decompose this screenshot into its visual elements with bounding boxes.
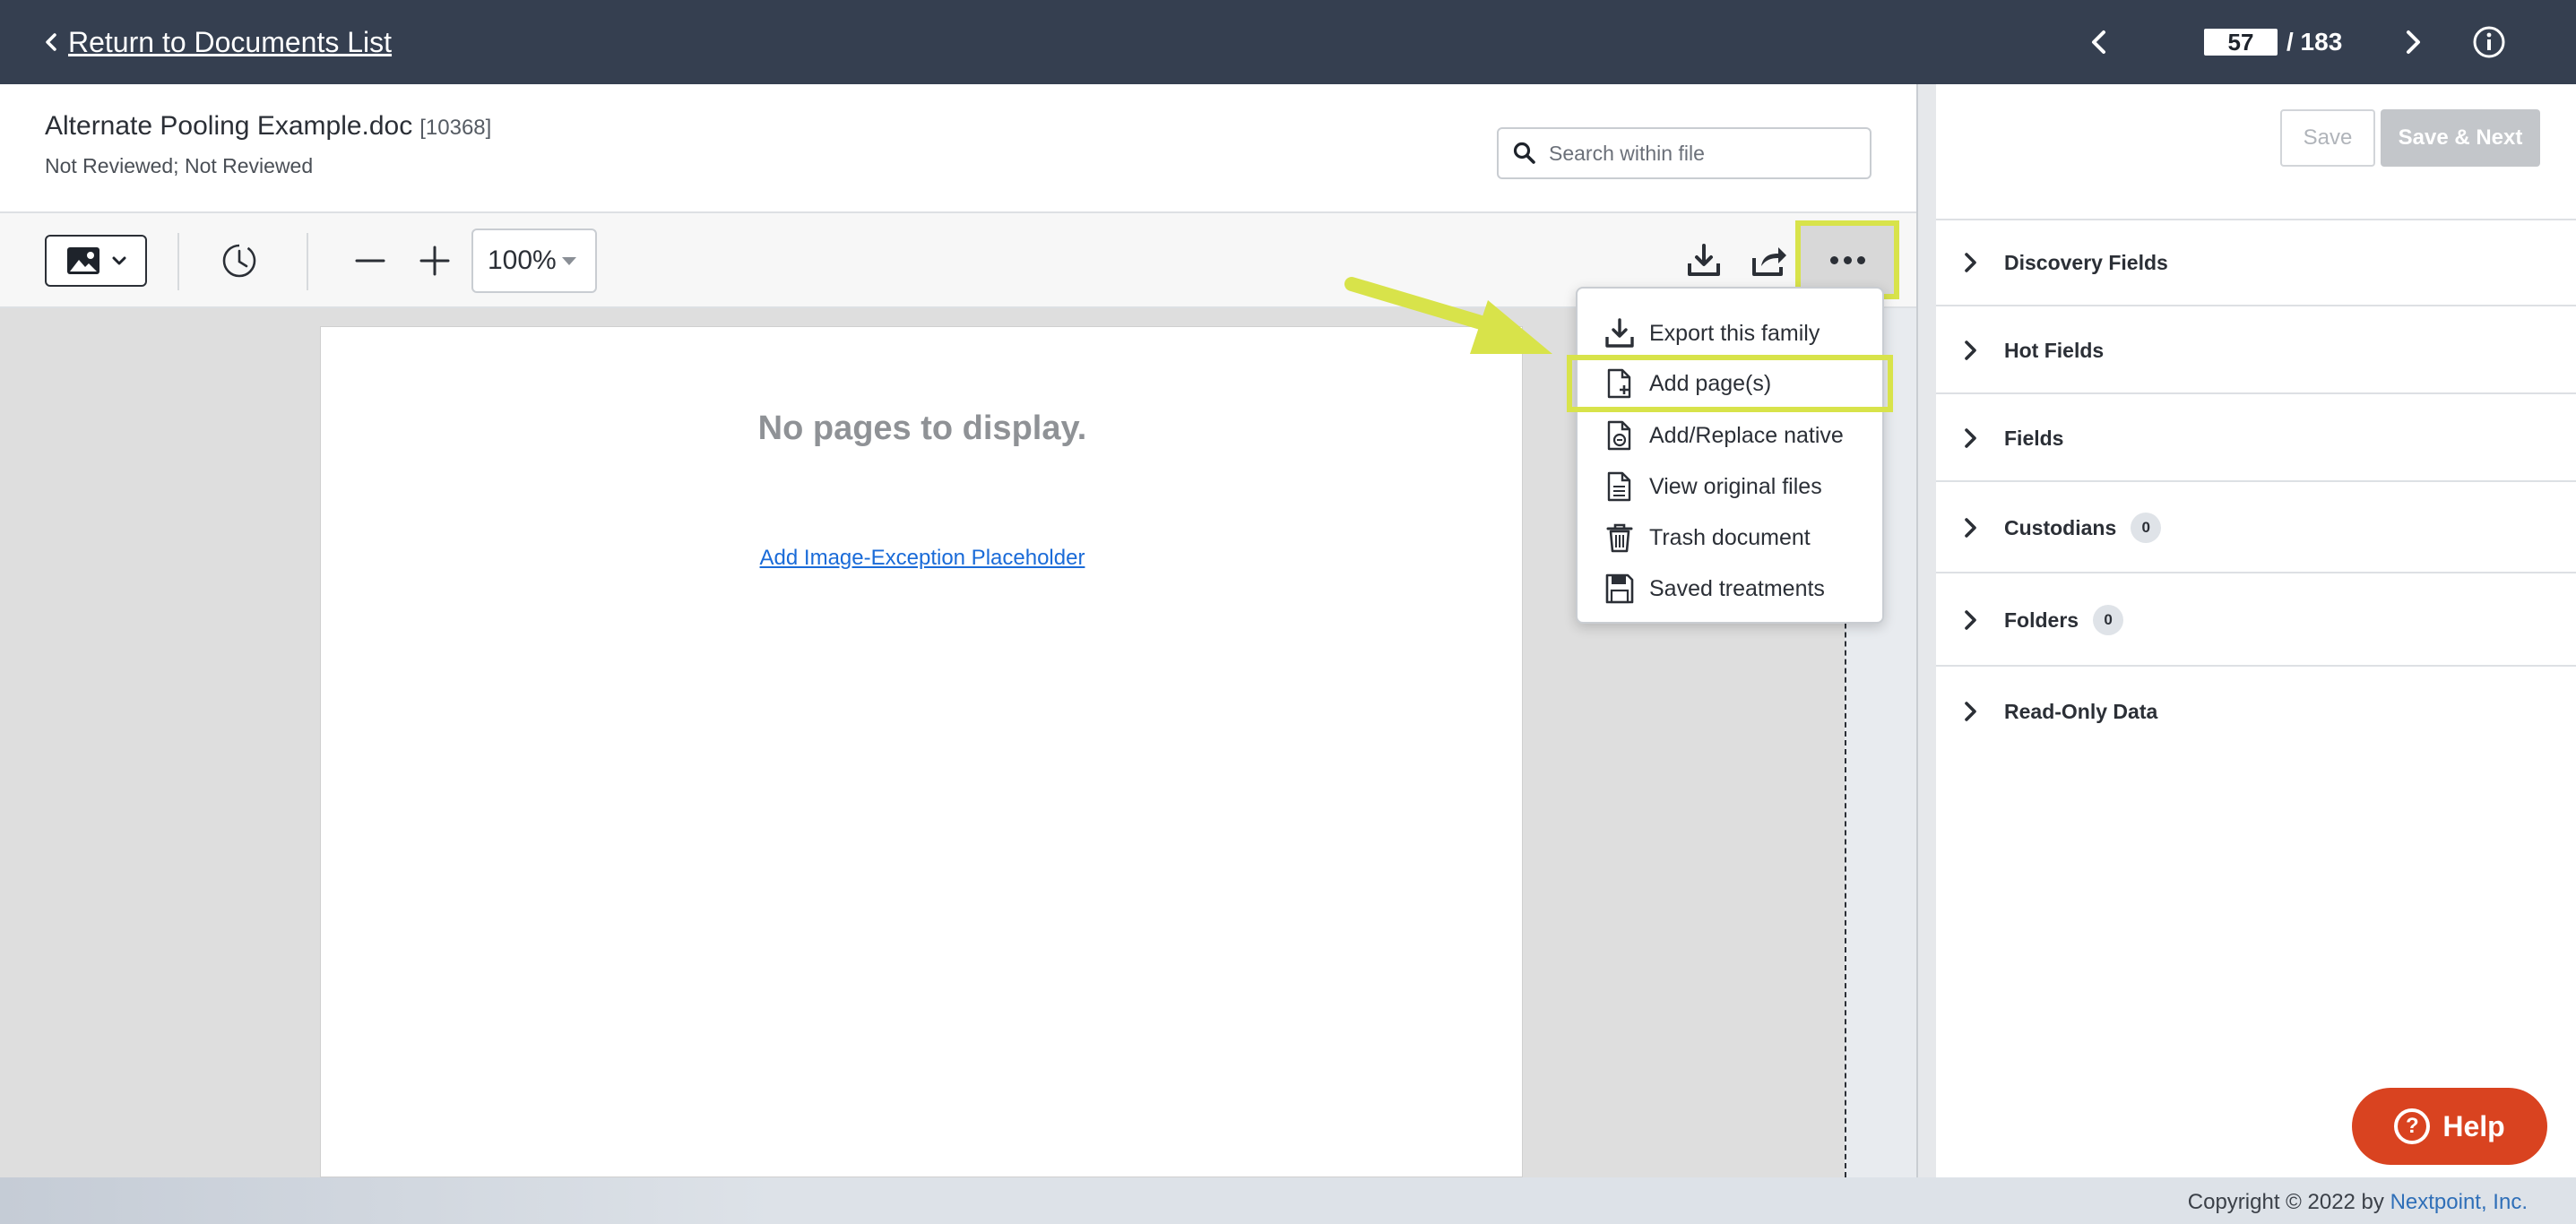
ellipsis-icon (1829, 255, 1865, 264)
chevron-down-icon (112, 256, 126, 265)
chevron-right-icon (1965, 610, 1976, 630)
help-label: Help (2442, 1109, 2505, 1142)
section-read-only-data[interactable]: Read-Only Data (1936, 668, 2576, 754)
panel-resize-handle[interactable] (1916, 84, 1936, 1177)
zoom-level-value: 100% (488, 246, 557, 275)
help-button[interactable]: ? Help (2352, 1088, 2547, 1165)
menu-item-label: Add page(s) (1649, 370, 1772, 396)
document-filename: Alternate Pooling Example.doc (45, 111, 413, 141)
previous-document-icon[interactable] (2085, 27, 2115, 57)
section-label: Folders (2004, 608, 2079, 632)
footer: Copyright © 2022 by Nextpoint, Inc. (0, 1177, 2576, 1224)
chevron-right-icon (1965, 702, 1976, 721)
section-discovery-fields[interactable]: Discovery Fields (1936, 220, 2576, 306)
menu-item-add-pages[interactable]: Add page(s) (1567, 355, 1893, 412)
document-id: [10368] (419, 116, 492, 140)
chevron-left-icon (46, 33, 56, 51)
search-icon (1513, 142, 1535, 164)
image-icon (67, 247, 99, 274)
menu-item-view-original-files[interactable]: View original files (1578, 461, 1882, 512)
menu-item-label: View original files (1649, 473, 1822, 499)
zoom-out-icon[interactable] (351, 242, 389, 280)
menu-item-label: Export this family (1649, 320, 1820, 346)
download-icon (1605, 318, 1634, 348)
section-fields[interactable]: Fields (1936, 396, 2576, 482)
info-icon[interactable] (2472, 25, 2506, 59)
document-title: Alternate Pooling Example.doc [10368] (45, 111, 491, 142)
coding-panel: Save Save & Next Discovery Fields Hot Fi… (1936, 84, 2576, 1177)
top-bar: Return to Documents List 57 / 183 (0, 0, 2576, 84)
chevron-right-icon (1965, 428, 1976, 448)
return-to-documents-label: Return to Documents List (68, 25, 393, 58)
save-button[interactable]: Save (2280, 109, 2375, 167)
section-label: Read-Only Data (2004, 699, 2158, 723)
total-documents: / 183 (2286, 28, 2343, 56)
menu-item-label: Trash document (1649, 524, 1811, 550)
menu-item-trash-document[interactable]: Trash document (1578, 513, 1882, 563)
count-badge: 0 (2093, 605, 2124, 635)
question-icon: ? (2394, 1108, 2431, 1144)
trash-icon (1606, 523, 1633, 553)
review-status: Not Reviewed; Not Reviewed (45, 154, 314, 177)
more-actions-menu: Export this family Add page(s) Add/Repla… (1567, 287, 1893, 624)
section-folders[interactable]: Folders 0 (1936, 575, 2576, 667)
section-label: Fields (2004, 426, 2064, 450)
current-document-number[interactable]: 57 (2204, 29, 2278, 56)
caret-down-icon (561, 256, 576, 265)
replace-native-icon (1607, 420, 1631, 451)
section-label: Hot Fields (2004, 338, 2105, 362)
annotation-arrow-icon (1344, 277, 1552, 354)
menu-item-add-replace-native[interactable]: Add/Replace native (1578, 410, 1882, 461)
toolbar-divider (177, 233, 179, 290)
toolbar-divider (307, 233, 308, 290)
file-icon (1607, 471, 1631, 502)
zoom-level-select[interactable]: 100% (471, 228, 597, 293)
share-icon[interactable] (1750, 242, 1789, 280)
menu-item-saved-treatments[interactable]: Saved treatments (1578, 564, 1882, 614)
menu-item-label: Add/Replace native (1649, 422, 1844, 448)
section-label: Discovery Fields (2004, 250, 2168, 274)
chevron-right-icon (1965, 518, 1976, 538)
add-image-exception-placeholder-link[interactable]: Add Image-Exception Placeholder (321, 546, 1524, 571)
copyright-text: Copyright © 2022 by Nextpoint, Inc. (2188, 1190, 2528, 1215)
chevron-right-icon (1965, 253, 1976, 272)
count-badge: 0 (2131, 513, 2162, 543)
document-page: No pages to display. Add Image-Exception… (320, 326, 1523, 1177)
next-document-icon[interactable] (2397, 27, 2427, 57)
view-mode-select[interactable] (45, 235, 147, 287)
menu-item-export-family[interactable]: Export this family (1578, 308, 1882, 358)
download-icon[interactable] (1685, 242, 1723, 280)
search-within-file[interactable] (1497, 127, 1871, 179)
menu-item-label: Saved treatments (1649, 575, 1825, 601)
history-icon[interactable] (220, 242, 258, 280)
save-icon (1605, 573, 1634, 604)
add-page-icon (1607, 368, 1631, 399)
empty-state-message: No pages to display. (757, 409, 1087, 447)
zoom-in-icon[interactable] (416, 242, 454, 280)
copyright-prefix: Copyright © 2022 by (2187, 1190, 2390, 1214)
section-hot-fields[interactable]: Hot Fields (1936, 308, 2576, 394)
document-header: Alternate Pooling Example.doc [10368] Not… (0, 84, 1916, 213)
search-input[interactable] (1549, 141, 1854, 166)
company-link[interactable]: Nextpoint, Inc. (2390, 1190, 2528, 1214)
chevron-right-icon (1965, 340, 1976, 360)
save-and-next-button[interactable]: Save & Next (2381, 109, 2540, 167)
return-to-documents-link[interactable]: Return to Documents List (45, 23, 392, 61)
section-label: Custodians (2004, 515, 2117, 539)
section-custodians[interactable]: Custodians 0 (1936, 484, 2576, 573)
